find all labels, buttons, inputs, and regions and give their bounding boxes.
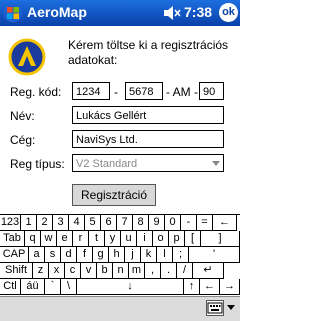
clock[interactable]: 7:38	[184, 4, 212, 20]
key-row1-3[interactable]: 3	[53, 215, 69, 231]
key-row3-2[interactable]: s	[45, 247, 61, 263]
key-row1-5[interactable]: 5	[85, 215, 101, 231]
dropdown-arrow-icon[interactable]	[209, 155, 223, 171]
key-row3-5[interactable]: g	[93, 247, 109, 263]
key-row3-9[interactable]: l	[157, 247, 173, 263]
key-row2-10[interactable]: p	[169, 231, 185, 247]
key-row3-0[interactable]: CAP	[0, 247, 29, 263]
key-row5-5[interactable]: ↑	[184, 279, 200, 295]
bottom-menu-bar	[0, 296, 240, 321]
key-row5-0[interactable]: Ctl	[0, 279, 21, 295]
key-row4-0[interactable]: Shift	[0, 263, 33, 279]
input-menu-arrow-icon[interactable]	[227, 305, 235, 310]
keyboard-row-4: Shift z x c v b n m,. / ↵	[0, 263, 240, 279]
key-row4-8[interactable]: ,	[145, 263, 161, 279]
key-row1-4[interactable]: 4	[69, 215, 85, 231]
key-row1-1[interactable]: 1	[21, 215, 37, 231]
key-row1-2[interactable]: 2	[37, 215, 53, 231]
reg-tipus-label: Reg típus:	[10, 157, 65, 171]
nev-field[interactable]: Lukács Gellért	[72, 106, 224, 124]
key-row3-11[interactable]: '	[189, 247, 240, 263]
key-row3-10[interactable]: ;	[173, 247, 189, 263]
key-row5-4[interactable]: ↓	[77, 279, 184, 295]
key-row4-1[interactable]: z	[33, 263, 49, 279]
reg-kod-field-2[interactable]: 5678	[125, 82, 163, 100]
windows-flag-icon[interactable]	[3, 3, 23, 23]
key-row2-5[interactable]: t	[89, 231, 105, 247]
ok-button[interactable]: ok	[219, 3, 238, 22]
keyboard-row-1: 123 1 2 3 4 5 6 7 8 9 0- = ←	[0, 215, 240, 231]
key-row4-11[interactable]: ↵	[193, 263, 224, 279]
key-row1-13[interactable]: ←	[213, 215, 237, 231]
key-row4-10[interactable]: /	[177, 263, 193, 279]
ceg-label: Cég:	[10, 133, 36, 147]
key-row1-11[interactable]: -	[181, 215, 197, 231]
key-row2-6[interactable]: y	[105, 231, 121, 247]
key-row2-8[interactable]: i	[137, 231, 153, 247]
key-row1-12[interactable]: =	[197, 215, 213, 231]
key-row5-1[interactable]: áü	[21, 279, 45, 295]
key-row1-6[interactable]: 6	[101, 215, 117, 231]
reg-kod-separator-2: - AM -	[166, 85, 198, 99]
reg-tipus-value: V2 Standard	[76, 158, 138, 170]
title-bar: AeroMap 7:38 ok	[0, 0, 240, 26]
keyboard-row-2: Tab q w e r t y u i o p[]	[0, 231, 240, 247]
reg-kod-separator-1: -	[114, 85, 118, 99]
key-row2-2[interactable]: w	[41, 231, 57, 247]
reg-kod-field-3[interactable]: 90	[199, 82, 224, 100]
speaker-icon[interactable]	[162, 4, 182, 22]
key-row4-7[interactable]: m	[129, 263, 145, 279]
key-row1-9[interactable]: 9	[149, 215, 165, 231]
key-row1-8[interactable]: 8	[133, 215, 149, 231]
soft-keyboard: 123 1 2 3 4 5 6 7 8 9 0- = ← Tab q w e r t y u i o p[] CAP a s d f…	[0, 214, 240, 295]
key-row2-7[interactable]: u	[121, 231, 137, 247]
key-row3-6[interactable]: h	[109, 247, 125, 263]
key-row3-8[interactable]: k	[141, 247, 157, 263]
key-row2-3[interactable]: e	[57, 231, 73, 247]
reg-kod-label: Reg. kód:	[10, 85, 62, 99]
key-row4-4[interactable]: v	[81, 263, 97, 279]
nev-label: Név:	[10, 109, 35, 123]
key-row2-12[interactable]: ]	[201, 231, 240, 247]
window-title: AeroMap	[27, 4, 87, 20]
reg-kod-field-1[interactable]: 1234	[72, 82, 110, 100]
key-row4-2[interactable]: x	[49, 263, 65, 279]
keyboard-row-3: CAP a s d f g h j k l; '	[0, 247, 240, 263]
reg-tipus-select[interactable]: V2 Standard	[72, 154, 224, 172]
key-row4-6[interactable]: n	[113, 263, 129, 279]
keyboard-row-5: Ctl áü ` \ ↓ ↑ ← →	[0, 279, 240, 295]
ceg-field[interactable]: NaviSys Ltd.	[72, 130, 224, 148]
key-row5-3[interactable]: \	[61, 279, 77, 295]
key-row4-9[interactable]: .	[161, 263, 177, 279]
key-row5-2[interactable]: `	[45, 279, 61, 295]
intro-text: Kérem töltse ki a regisztrációs adatokat…	[68, 38, 229, 67]
keyboard-icon[interactable]	[206, 300, 224, 316]
key-row1-7[interactable]: 7	[117, 215, 133, 231]
key-row2-11[interactable]: [	[185, 231, 201, 247]
key-row5-6[interactable]: ←	[200, 279, 220, 295]
key-row4-5[interactable]: b	[97, 263, 113, 279]
key-row3-7[interactable]: j	[125, 247, 141, 263]
key-row4-3[interactable]: c	[65, 263, 81, 279]
key-row3-3[interactable]: d	[61, 247, 77, 263]
key-row2-9[interactable]: o	[153, 231, 169, 247]
aeromap-logo-icon	[8, 38, 46, 76]
register-button[interactable]: Regisztráció	[72, 184, 156, 206]
key-row2-0[interactable]: Tab	[0, 231, 25, 247]
key-row2-1[interactable]: q	[25, 231, 41, 247]
key-row3-4[interactable]: f	[77, 247, 93, 263]
key-row5-7[interactable]: →	[220, 279, 240, 295]
key-row3-1[interactable]: a	[29, 247, 45, 263]
key-row2-4[interactable]: r	[73, 231, 89, 247]
key-row1-10[interactable]: 0	[165, 215, 181, 231]
key-row1-0[interactable]: 123	[0, 215, 21, 231]
